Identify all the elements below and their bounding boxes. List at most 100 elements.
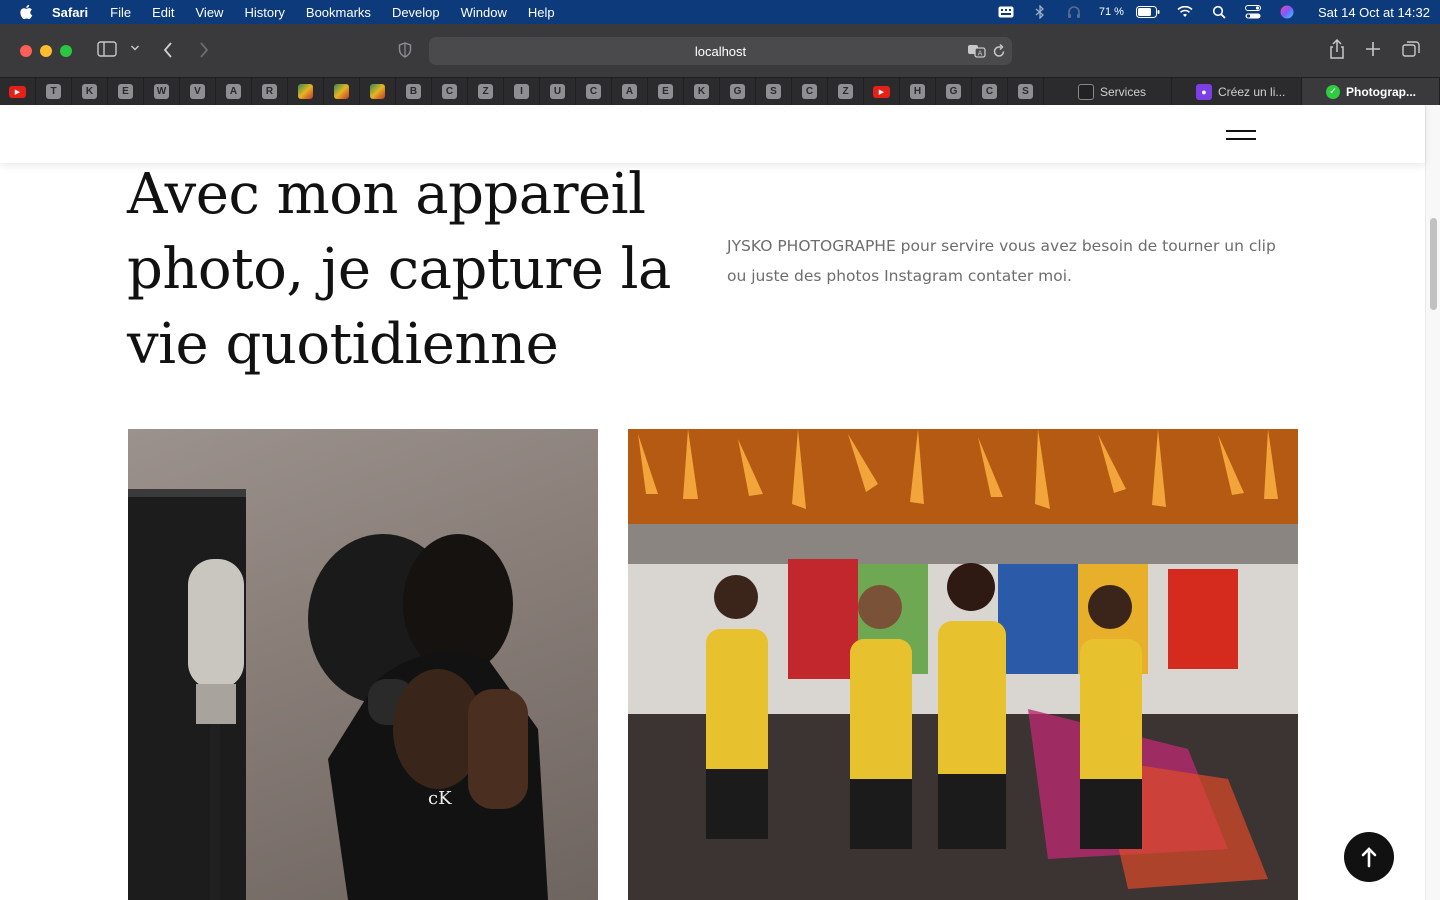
pinned-tab[interactable]: E	[648, 78, 684, 105]
pinned-tab[interactable]: C	[792, 78, 828, 105]
back-to-top-button[interactable]	[1344, 832, 1394, 882]
pinned-tab[interactable]: K	[72, 78, 108, 105]
pinned-tab[interactable]: B	[396, 78, 432, 105]
pinned-tab[interactable]: T	[36, 78, 72, 105]
pinned-tab[interactable]: R	[252, 78, 288, 105]
menu-app-safari[interactable]: Safari	[52, 5, 88, 20]
pinned-tab[interactable]: C	[972, 78, 1008, 105]
pinned-tab[interactable]: W	[144, 78, 180, 105]
menu-help[interactable]: Help	[528, 5, 555, 20]
purple-logo-icon: ●	[1196, 83, 1212, 100]
sidebar-toggle-icon[interactable]	[97, 41, 117, 57]
close-window-button[interactable]	[20, 44, 32, 57]
minimize-window-button[interactable]	[40, 44, 52, 57]
pinned-tab-letter: G	[946, 84, 961, 99]
macos-menubar: Safari File Edit View History Bookmarks …	[0, 0, 1440, 24]
browser-toolbar: localhost A	[0, 24, 1440, 77]
checkmark-favicon-icon: ✓	[1326, 84, 1340, 99]
pinned-tab-letter: R	[262, 84, 277, 99]
menu-develop[interactable]: Develop	[392, 5, 440, 20]
forward-arrow-icon[interactable]	[198, 41, 210, 59]
pinned-tab[interactable]: I	[504, 78, 540, 105]
pinned-tab[interactable]: E	[108, 78, 144, 105]
privacy-shield-icon[interactable]	[398, 42, 412, 58]
photo-studio-microphone: cK	[128, 429, 598, 900]
pinned-tab[interactable]: G	[720, 78, 756, 105]
colorful-logo-icon	[334, 84, 349, 99]
services-favicon-icon	[1078, 83, 1094, 100]
site-header	[0, 105, 1425, 163]
address-bar[interactable]: localhost A	[429, 37, 1012, 65]
bluetooth-icon[interactable]	[1031, 5, 1049, 19]
pinned-tab[interactable]: ▶	[864, 78, 900, 105]
pinned-tab[interactable]: Z	[468, 78, 504, 105]
tab-creez-un-lien[interactable]: ● Créez un li...	[1172, 78, 1302, 105]
pinned-tab-letter: K	[82, 84, 97, 99]
pinned-tab[interactable]	[288, 78, 324, 105]
pinned-tab[interactable]	[360, 78, 396, 105]
menu-view[interactable]: View	[196, 5, 224, 20]
tab-overview-icon[interactable]	[1402, 41, 1420, 57]
back-arrow-icon[interactable]	[162, 41, 174, 59]
pinned-tab[interactable]: G	[936, 78, 972, 105]
share-icon[interactable]	[1328, 39, 1346, 59]
pinned-tab-letter: A	[622, 84, 637, 99]
chevron-down-icon[interactable]	[130, 44, 140, 52]
headphones-icon[interactable]	[1065, 5, 1083, 19]
pinned-tab[interactable]: A	[612, 78, 648, 105]
zoom-window-button[interactable]	[60, 44, 72, 57]
pinned-tab-letter: U	[550, 84, 565, 99]
page-scrollbar[interactable]	[1425, 105, 1440, 900]
menu-bookmarks[interactable]: Bookmarks	[306, 5, 371, 20]
tab-services[interactable]: Services	[1044, 78, 1172, 105]
pinned-tab-letter: Z	[478, 84, 493, 99]
pinned-tab-letter: H	[910, 84, 925, 99]
spotlight-search-icon[interactable]	[1210, 5, 1228, 19]
pinned-tab[interactable]: U	[540, 78, 576, 105]
tab-bar: ▶ T K E W V A R B C Z I U C A E K G S C …	[0, 77, 1440, 105]
menu-history[interactable]: History	[244, 5, 284, 20]
apple-menu-icon[interactable]	[18, 4, 34, 20]
control-center-icon[interactable]	[1244, 5, 1262, 19]
translate-icon[interactable]: A	[967, 43, 987, 59]
pinned-tab-letter: G	[730, 84, 745, 99]
pinned-tab[interactable]: H	[900, 78, 936, 105]
svg-text:A: A	[978, 50, 983, 58]
pinned-tab-letter: S	[1018, 84, 1033, 99]
pinned-tab[interactable]: K	[684, 78, 720, 105]
keyboard-icon[interactable]	[997, 5, 1015, 19]
web-page: Avec mon appareil photo, je capture la v…	[0, 105, 1440, 900]
pinned-tab[interactable]	[324, 78, 360, 105]
scrollbar-thumb[interactable]	[1430, 218, 1437, 310]
battery-percent: 71 %	[1098, 6, 1124, 18]
menu-edit[interactable]: Edit	[152, 5, 174, 20]
battery-icon[interactable]	[1135, 5, 1160, 19]
address-url: localhost	[694, 43, 747, 59]
tab-title: Photograp...	[1346, 84, 1416, 99]
arrow-up-icon	[1361, 847, 1377, 868]
new-tab-icon[interactable]	[1365, 41, 1381, 57]
menu-file[interactable]: File	[110, 5, 131, 20]
pinned-tab[interactable]: Z	[828, 78, 864, 105]
pinned-tab[interactable]: S	[1008, 78, 1044, 105]
reload-icon[interactable]	[992, 43, 1006, 59]
pinned-tab-letter: T	[46, 84, 61, 99]
youtube-icon: ▶	[9, 85, 26, 98]
pinned-tab-letter: S	[766, 84, 781, 99]
pinned-tab[interactable]: C	[432, 78, 468, 105]
pinned-tab[interactable]: C	[576, 78, 612, 105]
menubar-clock[interactable]: Sat 14 Oct at 14:32	[1318, 5, 1430, 20]
pinned-tab[interactable]: S	[756, 78, 792, 105]
siri-icon[interactable]	[1278, 5, 1296, 19]
wifi-icon[interactable]	[1176, 5, 1194, 19]
menu-window[interactable]: Window	[461, 5, 507, 20]
hamburger-menu-icon[interactable]	[1226, 130, 1256, 140]
pinned-tab[interactable]: A	[216, 78, 252, 105]
photo-basketball-team	[628, 429, 1298, 900]
pinned-tab-letter: B	[406, 84, 421, 99]
pinned-tab[interactable]: V	[180, 78, 216, 105]
tab-photographe-active[interactable]: ✓ Photograp...	[1302, 78, 1440, 105]
pinned-tab[interactable]: ▶	[0, 78, 36, 105]
colorful-logo-icon	[298, 84, 313, 99]
window-controls	[20, 44, 72, 57]
